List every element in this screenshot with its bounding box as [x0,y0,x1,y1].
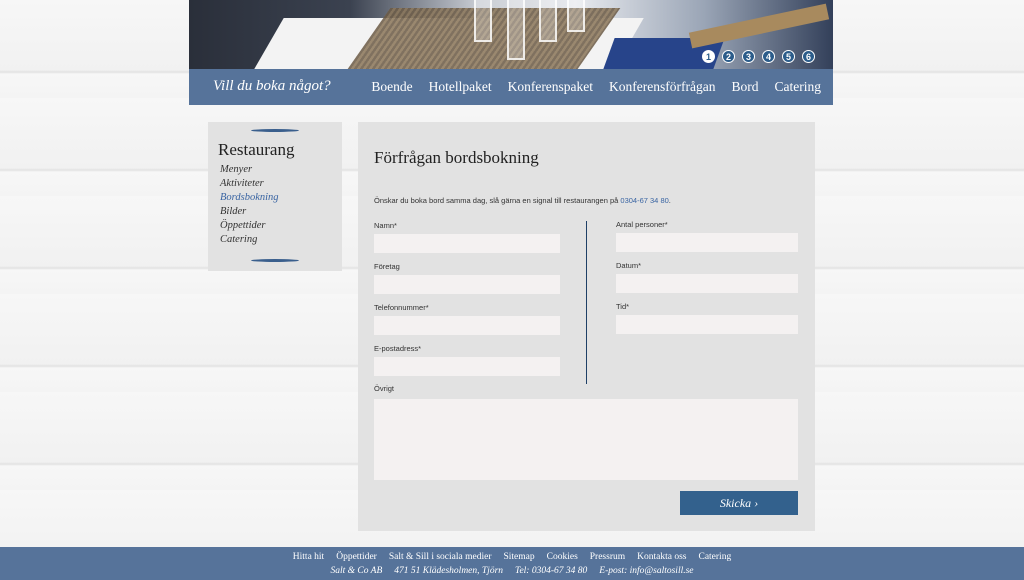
footer-links: Hitta hit Öppettider Salt & Sill i socia… [0,552,1024,562]
submit-button[interactable]: Skicka › [680,491,798,515]
sidebar-item-aktiviteter[interactable]: Aktiviteter [220,177,279,191]
intro-text: Önskar du boka bord samma dag, slå gärna… [374,196,671,205]
footer-contact-info: Salt & Co AB 471 51 Klädesholmen, Tjörn … [0,566,1024,576]
company-label: Företag [374,262,400,271]
phone-link[interactable]: 0304-67 34 80 [620,196,668,205]
hero-banner: 1 2 3 4 5 6 [189,0,833,69]
slide-dot[interactable]: 2 [722,50,735,63]
nav-link-bord[interactable]: Bord [732,79,759,95]
footer-phone: Tel: 0304-67 34 80 [515,566,588,576]
sidebar-item-oppettider[interactable]: Öppettider [220,219,279,233]
decorative-swash [251,129,299,132]
name-label: Namn* [374,221,397,230]
footer-link-pressrum[interactable]: Pressrum [590,552,625,562]
nav-link-konferensforfragan[interactable]: Konferensförfrågan [609,79,715,95]
footer-link-oppettider[interactable]: Öppettider [336,552,377,562]
sidebar-item-bordsbokning[interactable]: Bordsbokning [220,191,279,205]
nav-link-boende[interactable]: Boende [371,79,412,95]
footer-link-sitemap[interactable]: Sitemap [503,552,534,562]
nav-links: Boende Hotellpaket Konferenspaket Konfer… [371,69,833,105]
guests-label: Antal personer* [616,220,668,229]
footer-link-kontakta-oss[interactable]: Kontakta oss [637,552,686,562]
page-title: Förfrågan bordsbokning [374,148,539,167]
booking-tagline[interactable]: Vill du boka något? [213,78,331,95]
glass-image [539,0,557,42]
footer-address: 471 51 Klädesholmen, Tjörn [394,566,504,576]
slide-dot[interactable]: 6 [802,50,815,63]
slide-dot[interactable]: 5 [782,50,795,63]
phone-input[interactable] [374,316,560,335]
email-input[interactable] [374,357,560,376]
nav-link-konferenspaket[interactable]: Konferenspaket [508,79,593,95]
name-input[interactable] [374,234,560,253]
slide-dot[interactable]: 1 [702,50,715,63]
slide-pagination: 1 2 3 4 5 6 [702,50,815,63]
sidebar: Restaurang Menyer Aktiviteter Bordsbokni… [208,122,342,271]
glass-image [474,0,492,42]
slide-dot[interactable]: 4 [762,50,775,63]
footer: Hitta hit Öppettider Salt & Sill i socia… [0,547,1024,580]
date-label: Datum* [616,261,642,270]
sidebar-item-catering[interactable]: Catering [220,233,279,247]
footer-link-social-media[interactable]: Salt & Sill i sociala medier [389,552,492,562]
booking-form-panel: Förfrågan bordsbokning Önskar du boka bo… [358,122,815,531]
slide-dot[interactable]: 3 [742,50,755,63]
footer-link-cookies[interactable]: Cookies [547,552,578,562]
time-label: Tid* [616,302,630,311]
footer-company: Salt & Co AB [330,566,383,576]
guests-input[interactable] [616,233,798,252]
glass-image [507,0,525,60]
decorative-swash [251,259,299,262]
other-label: Övrigt [374,384,395,393]
company-input[interactable] [374,275,560,294]
phone-label: Telefonnummer* [374,303,429,312]
nav-link-hotellpaket[interactable]: Hotellpaket [429,79,492,95]
column-divider [586,221,587,384]
footer-link-hitta-hit[interactable]: Hitta hit [293,552,324,562]
sidebar-menu: Menyer Aktiviteter Bordsbokning Bilder Ö… [220,163,279,247]
footer-email[interactable]: E-post: info@saltosill.se [599,566,693,576]
main-navigation: Vill du boka något? Boende Hotellpaket K… [189,69,833,105]
sidebar-title: Restaurang [218,140,295,159]
sidebar-item-bilder[interactable]: Bilder [220,205,279,219]
date-input[interactable] [616,274,798,293]
other-textarea[interactable] [374,399,798,480]
time-input[interactable] [616,315,798,334]
glass-image [567,0,585,32]
sidebar-item-menyer[interactable]: Menyer [220,163,279,177]
email-label: E-postadress* [374,344,422,353]
footer-link-catering[interactable]: Catering [698,552,731,562]
nav-link-catering[interactable]: Catering [775,79,822,95]
